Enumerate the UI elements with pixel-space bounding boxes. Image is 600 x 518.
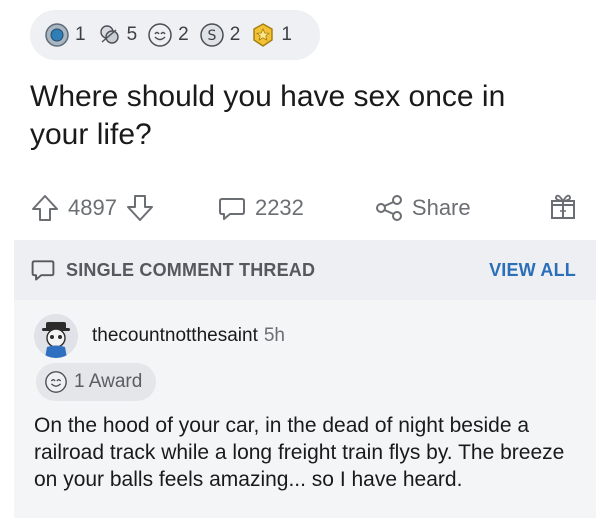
award-gold[interactable]: 1 xyxy=(250,22,292,48)
comment-bubble-icon xyxy=(218,198,245,220)
award-silver[interactable]: 1 xyxy=(44,22,86,48)
view-all-link[interactable]: VIEW ALL xyxy=(489,260,576,281)
single-comment-thread-bar: SINGLE COMMENT THREAD VIEW ALL xyxy=(14,240,596,300)
share-label: Share xyxy=(411,195,471,220)
comment-bubble-icon xyxy=(31,260,55,281)
comment: thecountnotthesaint 5h 1 Award On the hoo… xyxy=(14,300,596,518)
award-count: 2 xyxy=(178,24,189,45)
comment-body: On the hood of your car, in the dead of … xyxy=(34,414,565,491)
comment-count: 2232 xyxy=(254,195,304,220)
comment-username[interactable]: thecountnotthesaint xyxy=(92,325,258,346)
awards-bar[interactable]: 1 5 2 S 2 1 xyxy=(30,10,320,60)
wholesome-award-icon xyxy=(148,23,172,47)
wholesome-award-icon xyxy=(45,371,67,393)
gold-award-icon xyxy=(253,23,274,47)
comments-button[interactable]: 2232 xyxy=(217,193,304,223)
vote-group: 4897 xyxy=(30,193,155,223)
gift-icon xyxy=(551,194,575,219)
comment-timestamp: 5h xyxy=(263,325,285,346)
award-count: 2 xyxy=(229,24,241,45)
avatar[interactable] xyxy=(34,314,78,358)
thread-label-group: SINGLE COMMENT THREAD xyxy=(30,257,315,283)
award-coin[interactable]: S 2 xyxy=(199,22,241,48)
upvote-arrow-icon[interactable] xyxy=(30,193,60,223)
silver-award-icon xyxy=(45,23,69,47)
post-action-bar: 4897 2232 Share xyxy=(30,188,590,228)
award-count: 1 xyxy=(281,24,292,45)
award-wholesome[interactable]: 2 xyxy=(147,22,189,48)
hugz-award-icon xyxy=(99,25,119,44)
thread-label: SINGLE COMMENT THREAD xyxy=(66,259,316,280)
give-award-button[interactable] xyxy=(548,191,578,226)
post-title: Where should you have sex once in your l… xyxy=(30,80,506,151)
comment-award-label: 1 Award xyxy=(74,371,143,392)
share-icon xyxy=(375,195,402,221)
comment-award-badge[interactable]: 1 Award xyxy=(36,363,157,401)
downvote-arrow-icon[interactable] xyxy=(125,193,155,223)
share-button[interactable]: Share xyxy=(374,193,471,223)
svg-text:S: S xyxy=(207,28,216,44)
vote-count: 4897 xyxy=(68,195,117,220)
user-avatar-icon xyxy=(34,314,78,358)
award-count: 5 xyxy=(126,24,138,45)
coin-award-icon: S xyxy=(199,23,224,47)
award-hugz[interactable]: 5 xyxy=(96,22,138,48)
comment-header: thecountnotthesaint 5h xyxy=(34,314,285,358)
award-count: 1 xyxy=(75,24,86,45)
